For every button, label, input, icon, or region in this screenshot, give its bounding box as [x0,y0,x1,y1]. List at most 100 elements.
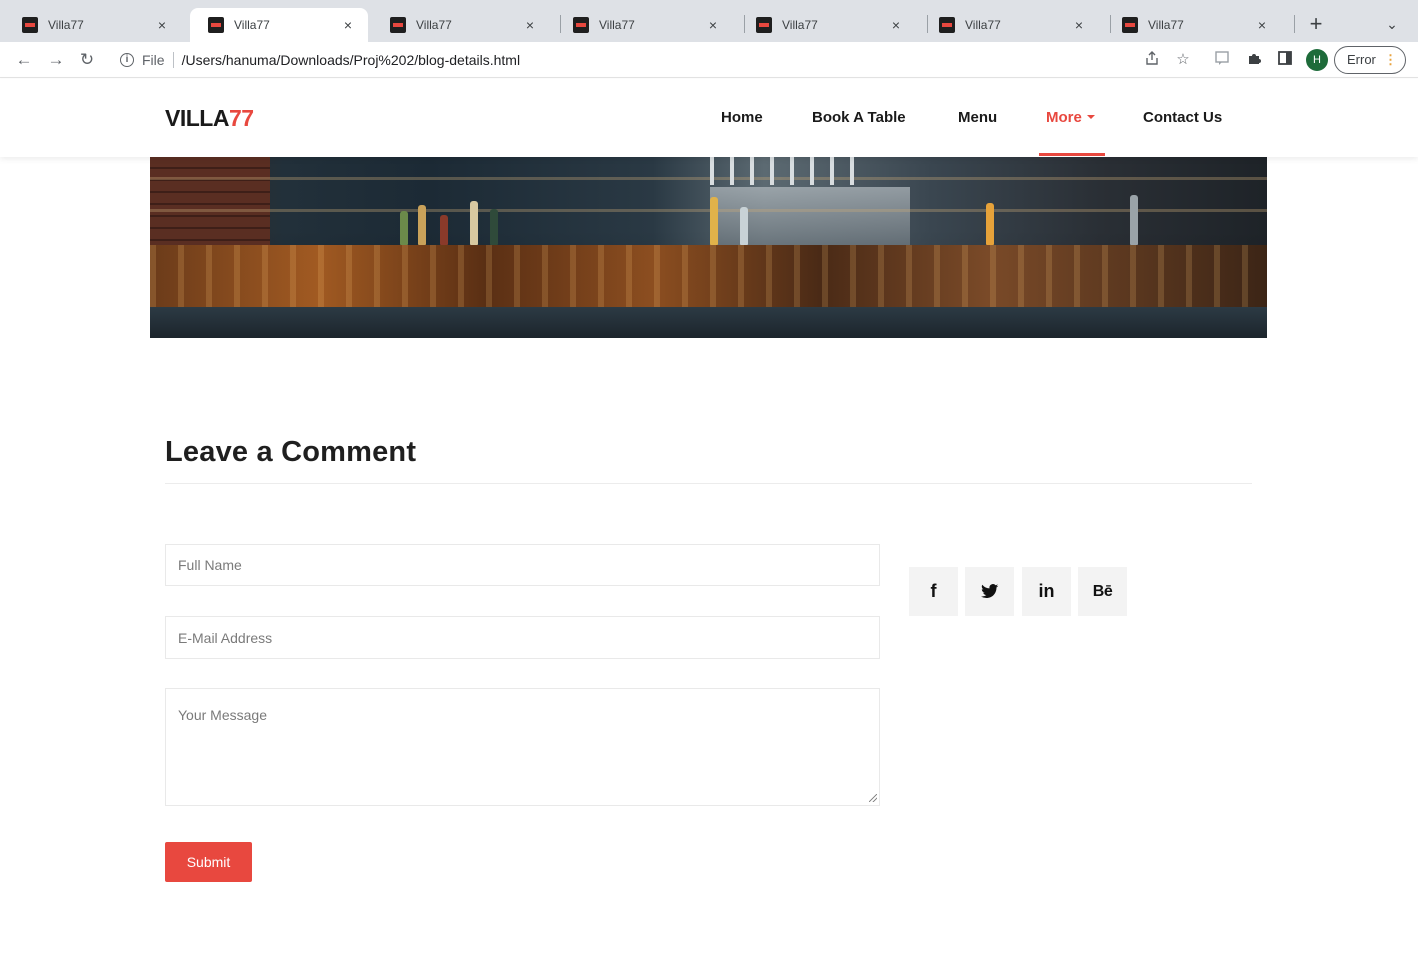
site-logo[interactable]: VILLA77 [165,105,254,132]
forward-arrow-icon[interactable]: → [43,47,69,73]
more-menu-icon: ⋮ [1384,52,1397,67]
villa77-favicon-icon [390,17,406,33]
close-tab-icon[interactable]: × [340,17,356,33]
caret-down-icon [1086,115,1095,119]
counter-edge-decor [150,307,1267,338]
puzzle-extensions-icon[interactable] [1244,50,1264,70]
extension-icon[interactable] [1212,50,1232,70]
nav-book-a-table[interactable]: Book A Table [812,109,906,126]
info-icon[interactable]: i [120,53,134,67]
bottle-decor [400,211,408,245]
tab-title: Villa77 [234,18,270,32]
behance-link[interactable]: Bē [1078,567,1127,616]
side-panel-icon[interactable] [1275,50,1295,70]
browser-tab-active[interactable]: Villa77 × [190,8,368,42]
beer-tap-decor [770,157,774,185]
beer-tap-decor [790,157,794,185]
tab-title: Villa77 [599,18,635,32]
browser-toolbar: ← → ↻ i File /Users/hanuma/Downloads/Pro… [0,42,1418,78]
bottle-decor [490,209,498,245]
title-divider [165,483,1252,484]
share-icon[interactable] [1142,50,1162,70]
tab-search-chevron-icon[interactable]: ⌄ [1380,12,1404,36]
shelf-decor [150,209,1267,212]
tab-title: Villa77 [782,18,818,32]
close-tab-icon[interactable]: × [888,17,904,33]
behance-icon: Bē [1092,582,1113,600]
browser-tab[interactable]: Villa77 × [1104,8,1282,42]
profile-avatar[interactable]: H [1306,49,1328,71]
villa77-favicon-icon [208,17,224,33]
villa77-favicon-icon [573,17,589,33]
nav-more-dropdown[interactable]: More [1046,109,1095,126]
browser-error-button[interactable]: Error ⋮ [1334,46,1406,74]
nav-home[interactable]: Home [721,109,763,126]
shelf-decor [150,177,1267,180]
linkedin-icon: in [1038,581,1055,601]
tab-title: Villa77 [1148,18,1184,32]
villa77-favicon-icon [756,17,772,33]
tab-divider [1294,15,1295,33]
browser-tab[interactable]: Villa77 × [738,8,916,42]
tab-title: Villa77 [416,18,452,32]
address-divider [172,52,174,68]
close-tab-icon[interactable]: × [522,17,538,33]
reload-icon[interactable]: ↻ [74,47,100,73]
bar-counter-decor [150,245,1267,310]
facebook-link[interactable]: f [909,567,958,616]
close-tab-icon[interactable]: × [154,17,170,33]
textarea-resize-handle[interactable] [869,794,877,802]
twitter-link[interactable] [965,567,1014,616]
close-tab-icon[interactable]: × [705,17,721,33]
full-name-input[interactable] [165,544,880,586]
linkedin-link[interactable]: in [1022,567,1071,616]
message-textarea[interactable] [165,688,880,806]
logo-text: VILLA [165,105,229,131]
villa77-favicon-icon [1122,17,1138,33]
beer-tap-decor [710,157,714,185]
facebook-icon: f [930,581,937,601]
brick-wall-decor [150,157,270,245]
beer-tap-decor [750,157,754,185]
close-tab-icon[interactable]: × [1071,17,1087,33]
tab-title: Villa77 [965,18,1001,32]
submit-button[interactable]: Submit [165,842,252,882]
address-bar[interactable]: i File /Users/hanuma/Downloads/Proj%202/… [108,46,1198,74]
bottle-decor [740,207,748,245]
beer-tap-decor [730,157,734,185]
twitter-icon [980,584,998,599]
comment-section-title: Leave a Comment [165,436,417,468]
blog-hero-image [150,157,1267,338]
browser-tab[interactable]: Villa77 × [372,8,550,42]
site-header: VILLA77 Home Book A Table Menu More Cont… [0,79,1418,157]
new-tab-button[interactable]: + [1302,10,1330,38]
email-input[interactable] [165,616,880,659]
back-arrow-icon[interactable]: ← [11,47,37,73]
beer-tap-decor [810,157,814,185]
browser-tab[interactable]: Villa77 × [4,8,182,42]
browser-tab-strip: Villa77 × Villa77 × Villa77 × Villa77 × … [0,0,1418,42]
error-label: Error [1347,52,1376,67]
nav-more-label: More [1046,109,1082,126]
bottle-decor [440,215,448,245]
beer-tap-decor [830,157,834,185]
nav-contact-us[interactable]: Contact Us [1143,109,1222,126]
logo-accent-text: 77 [228,105,254,131]
nav-menu[interactable]: Menu [958,109,997,126]
address-scheme-label: File [142,52,165,68]
villa77-favicon-icon [939,17,955,33]
close-tab-icon[interactable]: × [1254,17,1270,33]
bookmark-star-icon[interactable]: ☆ [1173,50,1193,70]
bottle-decor [986,203,994,245]
bottle-decor [710,197,718,245]
active-nav-indicator [1039,153,1105,156]
browser-tab[interactable]: Villa77 × [921,8,1099,42]
beer-tap-decor [850,157,854,185]
bottle-decor [1130,195,1138,245]
tab-title: Villa77 [48,18,84,32]
bottle-decor [470,201,478,245]
bottle-decor [418,205,426,245]
browser-tab[interactable]: Villa77 × [555,8,733,42]
villa77-favicon-icon [22,17,38,33]
address-url[interactable]: /Users/hanuma/Downloads/Proj%202/blog-de… [182,52,521,68]
